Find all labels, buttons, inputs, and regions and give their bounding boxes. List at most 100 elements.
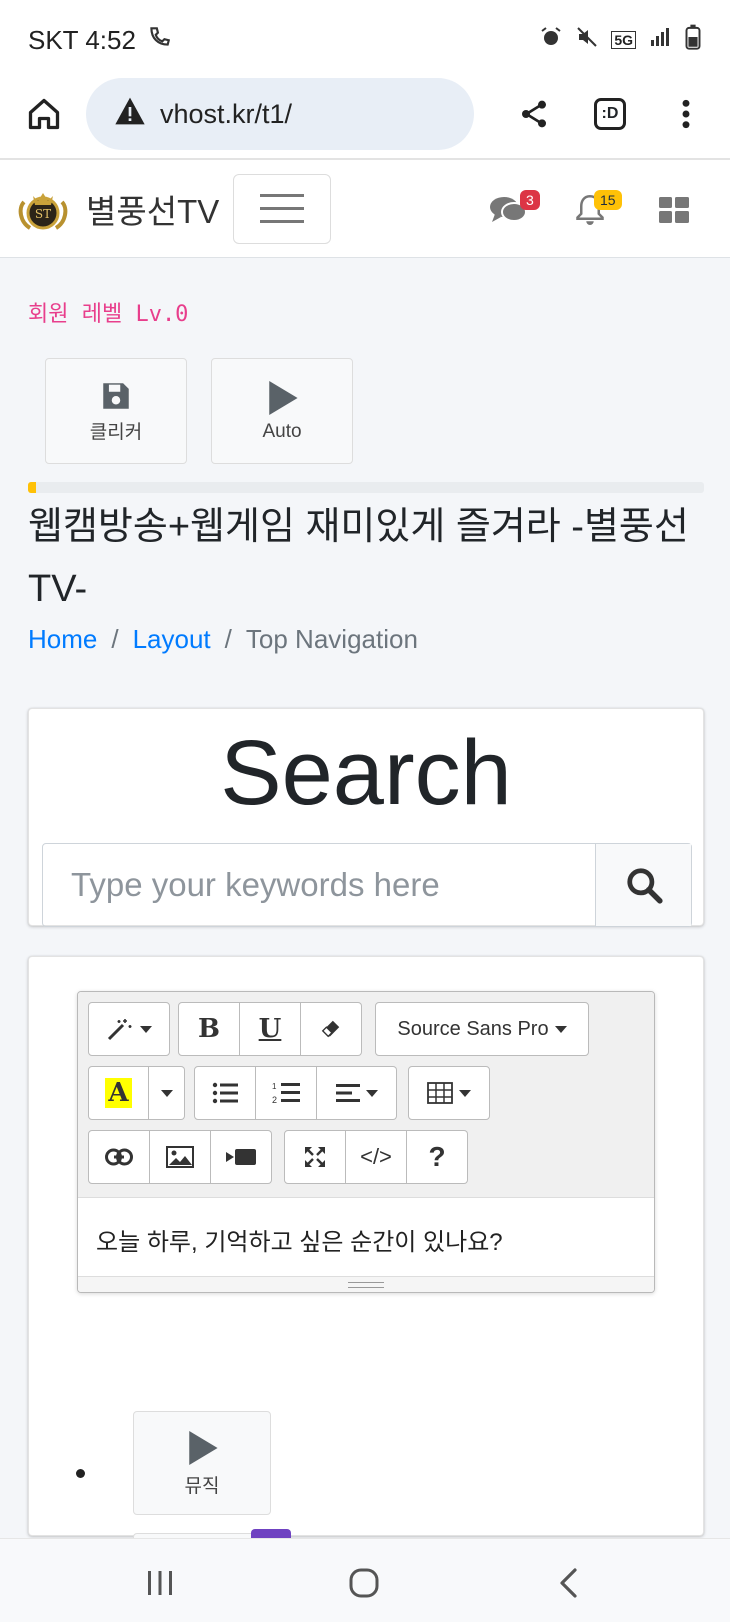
breadcrumb-separator: / xyxy=(111,624,119,654)
page-title: 웹캠방송+웹게임 재미있게 즐겨라 -별풍선TV- xyxy=(28,506,689,610)
table-button[interactable] xyxy=(408,1066,490,1120)
editor-card: B U Source Sans Pro A 12 </> ? 오늘 하루, 기억… xyxy=(28,956,704,1543)
search-group xyxy=(42,843,692,927)
auto-button[interactable]: Auto xyxy=(211,358,353,464)
svg-text:1: 1 xyxy=(272,1082,277,1091)
url-text: vhost.kr/t1/ xyxy=(160,98,293,129)
breadcrumb-current: Top Navigation xyxy=(245,624,418,654)
warning-icon xyxy=(114,96,146,133)
recents-icon xyxy=(148,1571,172,1595)
breadcrumb-home[interactable]: Home xyxy=(28,624,97,655)
brand-name[interactable]: 별풍선TV xyxy=(86,185,219,233)
eraser-icon xyxy=(321,1020,340,1038)
image-button[interactable] xyxy=(150,1130,211,1184)
tabs-count: :D xyxy=(594,98,626,130)
mute-icon xyxy=(575,25,599,55)
grid-icon xyxy=(659,197,689,223)
play-icon xyxy=(189,1430,218,1465)
breadcrumb-layout[interactable]: Layout xyxy=(133,624,211,655)
signal-icon xyxy=(648,25,672,55)
more-vertical-icon xyxy=(682,99,690,129)
unordered-list-button[interactable] xyxy=(194,1066,256,1120)
help-button[interactable]: ? xyxy=(407,1130,468,1184)
alarm-icon xyxy=(539,25,563,55)
search-input[interactable] xyxy=(43,844,595,926)
logo-text: ST xyxy=(35,207,51,221)
brand-logo[interactable]: ST xyxy=(16,182,70,236)
color-dropdown-button[interactable] xyxy=(149,1066,185,1120)
browser-home-button[interactable] xyxy=(12,82,76,146)
highlight-button[interactable]: A xyxy=(88,1066,149,1120)
editor-content[interactable]: 오늘 하루, 기억하고 싶은 순간이 있나요? xyxy=(78,1198,654,1276)
messages-badge: 3 xyxy=(520,190,540,210)
member-level: 회원 레벨 Lv.0 xyxy=(28,302,189,327)
code-view-button[interactable]: </> xyxy=(346,1130,407,1184)
music-button[interactable]: 뮤직 xyxy=(133,1411,271,1515)
notifications-badge: 15 xyxy=(594,190,622,210)
notifications-button[interactable]: 15 xyxy=(562,182,622,238)
hamburger-icon xyxy=(260,193,305,223)
bold-button[interactable]: B xyxy=(178,1002,240,1056)
clicker-button[interactable]: 클리커 xyxy=(45,358,187,464)
recent-apps-button[interactable] xyxy=(130,1553,190,1613)
rich-text-editor: B U Source Sans Pro A 12 </> ? 오늘 하루, 기억… xyxy=(77,991,655,1293)
font-family-label: Source Sans Pro xyxy=(397,1017,549,1040)
search-card: Search xyxy=(28,708,704,927)
editor-resize-handle[interactable] xyxy=(78,1276,654,1292)
battery-icon xyxy=(684,24,702,56)
address-bar[interactable]: vhost.kr/t1/ xyxy=(86,78,474,150)
underline-button[interactable]: U xyxy=(240,1002,301,1056)
network-label: 5G xyxy=(611,31,636,49)
list-ul-icon xyxy=(212,1082,238,1104)
home-circle-icon xyxy=(349,1568,379,1598)
link-button[interactable] xyxy=(88,1130,150,1184)
paragraph-align-button[interactable] xyxy=(317,1066,397,1120)
table-icon xyxy=(427,1082,453,1104)
share-button[interactable] xyxy=(502,82,566,146)
align-left-icon xyxy=(335,1084,360,1102)
carrier-time: SKT 4:52 xyxy=(28,24,136,55)
navbar-toggler[interactable] xyxy=(233,173,332,244)
tabs-button[interactable]: :D xyxy=(578,82,642,146)
search-button[interactable] xyxy=(595,844,691,926)
system-nav-bar xyxy=(0,1538,730,1622)
messages-button[interactable]: 3 xyxy=(480,182,540,238)
breadcrumb: Home / Layout / Top Navigation xyxy=(28,624,418,655)
fullscreen-button[interactable] xyxy=(284,1130,346,1184)
wifi-call-icon xyxy=(146,24,172,57)
list-bullet xyxy=(76,1469,85,1478)
site-navbar: ST 별풍선TV 3 15 xyxy=(0,160,730,258)
progress-bar xyxy=(28,482,704,493)
auto-label: Auto xyxy=(262,421,302,442)
share-icon xyxy=(522,100,546,128)
video-icon xyxy=(226,1149,256,1165)
home-icon xyxy=(28,98,60,130)
magic-icon xyxy=(107,1019,132,1041)
music-label: 뮤직 xyxy=(184,1475,220,1497)
list-ol-icon: 12 xyxy=(272,1082,300,1105)
clear-format-button[interactable] xyxy=(301,1002,362,1056)
save-icon xyxy=(103,382,129,409)
video-button[interactable] xyxy=(211,1130,272,1184)
link-icon xyxy=(105,1148,133,1166)
breadcrumb-separator: / xyxy=(224,624,232,654)
search-heading: Search xyxy=(220,722,512,824)
image-icon xyxy=(166,1146,194,1168)
search-icon xyxy=(626,868,663,904)
svg-text:2: 2 xyxy=(272,1095,277,1105)
browser-menu-button[interactable] xyxy=(654,82,718,146)
editor-toolbar: B U Source Sans Pro A 12 </> ? xyxy=(78,992,654,1198)
system-home-button[interactable] xyxy=(334,1553,394,1613)
progress-fill xyxy=(28,482,37,493)
back-chevron-icon xyxy=(560,1568,577,1598)
browser-toolbar: vhost.kr/t1/ :D xyxy=(0,70,730,160)
apps-button[interactable] xyxy=(646,182,702,238)
font-family-select[interactable]: Source Sans Pro xyxy=(375,1002,589,1056)
status-bar: SKT 4:52 5G xyxy=(0,0,730,80)
expand-icon xyxy=(305,1147,325,1167)
clicker-label: 클리커 xyxy=(89,421,143,443)
style-button[interactable] xyxy=(88,1002,170,1056)
ordered-list-button[interactable]: 12 xyxy=(256,1066,317,1120)
system-back-button[interactable] xyxy=(538,1553,598,1613)
highlight-letter: A xyxy=(105,1078,132,1108)
